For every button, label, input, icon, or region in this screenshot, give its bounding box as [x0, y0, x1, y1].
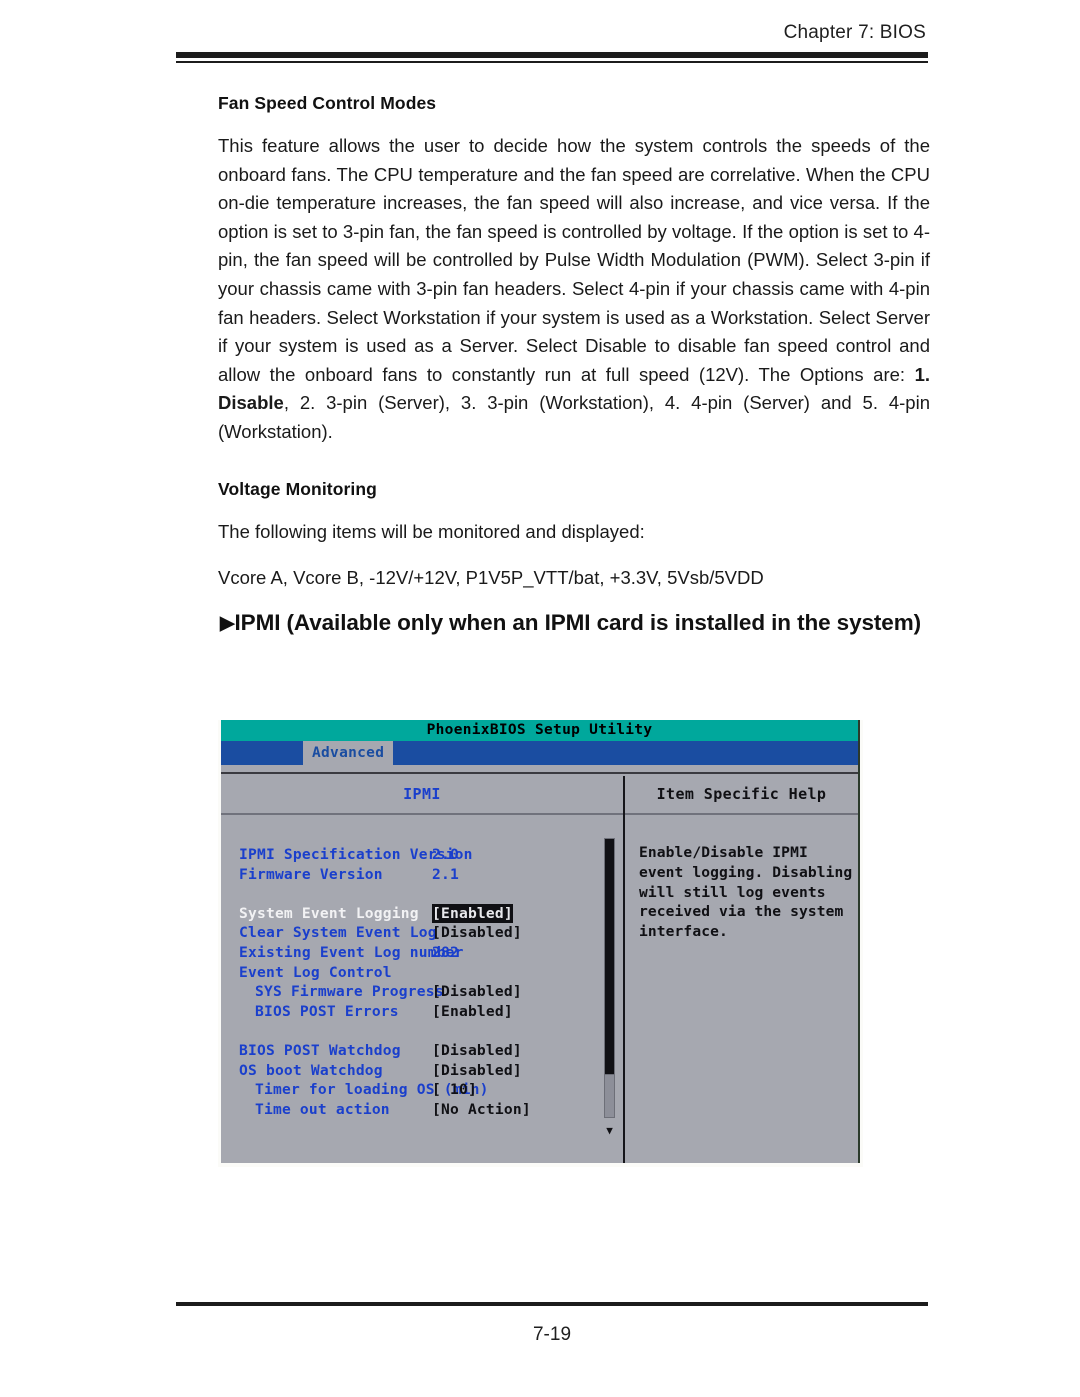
- settings-row[interactable]: BIOS POST Errors [Enabled]: [239, 1002, 623, 1022]
- fan-speed-text-part1: This feature allows the user to decide h…: [218, 135, 930, 385]
- settings-row[interactable]: SYS Firmware Progress [Disabled]: [239, 982, 623, 1002]
- settings-row[interactable]: Timer for loading OS (min)[ 10]: [239, 1080, 623, 1100]
- settings-row-value[interactable]: [Disabled]: [432, 982, 522, 1002]
- fan-speed-paragraph: This feature allows the user to decide h…: [218, 132, 930, 447]
- footer-rule: [176, 1302, 928, 1306]
- scroll-down-arrow-icon[interactable]: ▼: [604, 1125, 615, 1136]
- bios-help-panel-title: Item Specific Help: [625, 776, 858, 815]
- header-rule-thin: [176, 61, 928, 63]
- settings-row-value[interactable]: [Disabled]: [432, 1041, 522, 1061]
- page-footer: 7-19: [176, 1302, 928, 1346]
- settings-row-label: IPMI Specification Version: [239, 846, 473, 863]
- settings-row-value[interactable]: [Enabled]: [432, 1002, 513, 1022]
- settings-row[interactable]: Existing Event Log number 282: [239, 943, 623, 963]
- bios-scrollbar[interactable]: ▼: [604, 838, 615, 1136]
- settings-row-spacer: [239, 1021, 623, 1041]
- bios-menu-bar: Advanced: [221, 741, 858, 765]
- chapter-label: Chapter 7: BIOS: [783, 22, 926, 43]
- tab-advanced[interactable]: Advanced: [303, 741, 394, 765]
- settings-row[interactable]: Firmware Version 2.1: [239, 865, 623, 885]
- bios-settings-panel: IPMI IPMI Specification Version 2.0 Firmwa…: [221, 776, 625, 1163]
- bios-divider-line: [221, 772, 858, 774]
- bios-panels: IPMI IPMI Specification Version 2.0 Firmwa…: [221, 776, 858, 1163]
- scrollbar-track[interactable]: [604, 838, 615, 1096]
- bios-screen: PhoenixBIOS Setup Utility Advanced IPMI …: [221, 720, 860, 1163]
- triangle-bullet-icon: ▶: [220, 613, 235, 634]
- bios-help-text: Enable/Disable IPMI event logging. Disab…: [639, 844, 853, 941]
- settings-row-value[interactable]: 282: [432, 943, 459, 963]
- settings-row-value[interactable]: 2.1: [432, 865, 459, 885]
- page-header: Chapter 7: BIOS: [176, 22, 928, 63]
- settings-row-label: Clear System Event Log: [239, 924, 437, 942]
- document-body: Fan Speed Control Modes This feature all…: [218, 93, 930, 593]
- bios-menu-underbar: [221, 765, 858, 772]
- voltage-items-text: Vcore A, Vcore B, -12V/+12V, P1V5P_VTT/b…: [218, 567, 764, 589]
- bios-setup-screenshot: PhoenixBIOS Setup Utility Advanced IPMI …: [218, 720, 863, 1167]
- bios-title-bar: PhoenixBIOS Setup Utility: [221, 720, 858, 741]
- settings-row[interactable]: IPMI Specification Version 2.0: [239, 845, 623, 865]
- settings-row-value[interactable]: [Enabled]: [432, 903, 513, 924]
- settings-row[interactable]: System Event Logging [Enabled]: [239, 903, 623, 924]
- settings-row-value[interactable]: [ 10]: [432, 1080, 477, 1100]
- settings-row-label: Existing Event Log number: [239, 943, 464, 961]
- settings-row-value[interactable]: 2.0: [432, 845, 459, 865]
- bios-settings-list: IPMI Specification Version 2.0 Firmware Ve…: [221, 815, 623, 1119]
- voltage-intro-text: The following items will be monitored an…: [218, 520, 645, 542]
- voltage-monitoring-heading: Voltage Monitoring: [218, 478, 377, 499]
- page-number: 7-19: [532, 1324, 572, 1345]
- settings-row[interactable]: OS boot Watchdog [Disabled]: [239, 1061, 623, 1081]
- settings-row[interactable]: Clear System Event Log [Disabled]: [239, 923, 623, 943]
- settings-row-label: OS boot Watchdog: [239, 1061, 383, 1079]
- settings-row-label: Time out action: [255, 1100, 390, 1118]
- settings-row-label: Event Log Control: [239, 963, 392, 981]
- settings-row-label: Firmware Version: [239, 865, 383, 883]
- bios-help-panel: Item Specific Help Enable/Disable IPMI e…: [625, 776, 858, 1163]
- fan-speed-text-part2: , 2. 3-pin (Server), 3. 3-pin (Workstati…: [218, 392, 930, 442]
- settings-row[interactable]: BIOS POST Watchdog [Disabled]: [239, 1041, 623, 1061]
- ipmi-section-heading-text: IPMI (Available only when an IPMI card i…: [234, 610, 922, 635]
- ipmi-section-heading: ▶IPMI (Available only when an IPMI card …: [220, 607, 932, 638]
- bios-settings-panel-title: IPMI: [221, 776, 623, 815]
- settings-row[interactable]: Event Log Control: [239, 963, 623, 983]
- settings-row-label: BIOS POST Errors: [255, 1002, 399, 1020]
- settings-row-value[interactable]: [No Action]: [432, 1100, 531, 1120]
- settings-row-value[interactable]: [Disabled]: [432, 1061, 522, 1081]
- settings-row-label: System Event Logging: [239, 904, 419, 922]
- settings-row-label: BIOS POST Watchdog: [239, 1041, 401, 1059]
- fan-speed-heading: Fan Speed Control Modes: [218, 93, 437, 113]
- settings-row-label: Timer for loading OS (min): [255, 1081, 489, 1099]
- header-rule-thick: [176, 52, 928, 58]
- settings-row-value[interactable]: [Disabled]: [432, 923, 522, 943]
- settings-row[interactable]: Time out action [No Action]: [239, 1100, 623, 1120]
- scrollbar-thumb[interactable]: [604, 1074, 615, 1118]
- settings-row-spacer: [239, 884, 623, 904]
- settings-row-label: SYS Firmware Progress: [255, 983, 444, 1001]
